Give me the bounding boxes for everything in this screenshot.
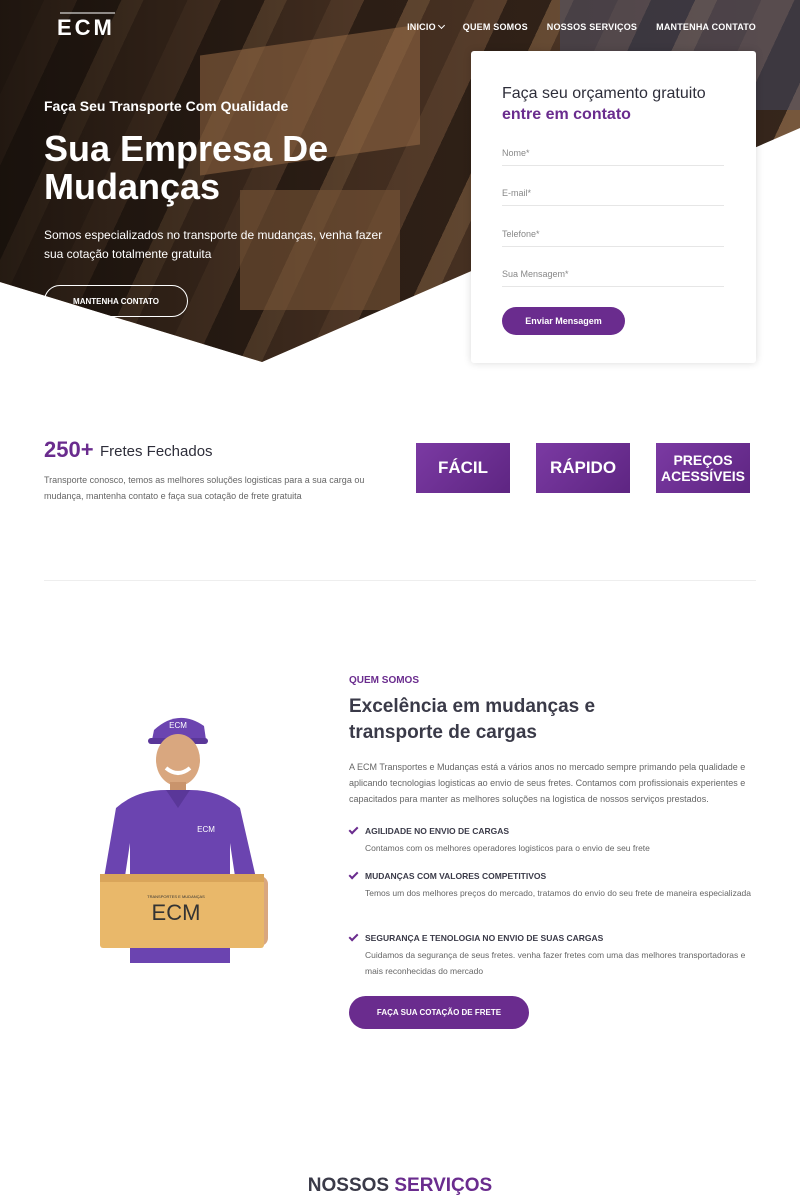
feature-item: MUDANÇAS COM VALORES COMPETITIVOS Temos … [348,869,759,901]
nav-quem-somos[interactable]: QUEM SOMOS [463,22,528,32]
quote-freight-button[interactable]: FAÇA SUA COTAÇÃO DE FRETE [349,996,529,1029]
hero-kicker: Faça Seu Transporte Com Qualidade [44,98,289,114]
form-title-text: Faça seu orçamento gratuito [502,85,706,102]
about-kicker: QUEM SOMOS [349,675,420,686]
main-nav: INICIO QUEM SOMOS NOSSOS SERVIÇOS MANTEN… [407,21,756,32]
feature-title: AGILIDADE NO ENVIO DE CARGAS [365,826,510,836]
box-logo-text: ECM [152,900,201,925]
quote-form-card: Faça seu orçamento gratuito entre em con… [471,51,756,363]
nav-mantenha-contato[interactable]: MANTENHA CONTATO [656,22,756,32]
badge-label: RÁPIDO [549,458,617,477]
stat-description: Transporte conosco, temos as melhores so… [44,475,365,501]
hero-description: Somos especializados no transporte de mu… [44,228,383,261]
contact-button[interactable]: MANTENHA CONTATO [44,285,188,317]
form-title-highlight: entre em contato [502,106,631,123]
services-title: NOSSOS SERVIÇOS [0,1175,800,1197]
badge-label: PREÇOS ACESSÍVEIS [660,452,746,484]
check-icon [348,869,359,880]
nav-label: INICIO [407,22,436,32]
about-title: Excelência em mudanças e transporte de c… [349,696,596,743]
email-field[interactable]: E-mail* [502,184,724,206]
box-small-text: TRANSPORTES E MUDANÇAS [147,894,205,899]
feature-item: AGILIDADE NO ENVIO DE CARGAS Contamos co… [348,824,759,856]
check-icon [348,824,359,835]
section-divider [44,580,756,581]
about-description: A ECM Transportes e Mudanças está a vári… [349,762,746,804]
feature-item: SEGURANÇA E TENOLOGIA NO ENVIO DE SUAS C… [348,931,759,979]
badge-label: FÁCIL [437,458,489,477]
feature-text: Cuidamos da segurança de seus fretes. ve… [365,950,746,976]
send-message-button[interactable]: Enviar Mensagem [502,307,625,335]
nav-label: MANTENHA CONTATO [656,22,756,32]
logo[interactable]: ECM [57,15,115,41]
badge-facil: FÁCIL [416,443,510,493]
services-title-text: NOSSOS [307,1175,390,1196]
message-field[interactable]: Sua Mensagem* [502,265,724,287]
check-icon [348,931,359,942]
feature-text: Temos um dos melhores preços do mercado,… [365,888,752,898]
feature-title: SEGURANÇA E TENOLOGIA NO ENVIO DE SUAS C… [365,933,604,943]
feature-title: MUDANÇAS COM VALORES COMPETITIVOS [365,871,547,881]
stat-label: Fretes Fechados [100,443,213,460]
nav-label: NOSSOS SERVIÇOS [546,22,638,32]
hero-title: Sua Empresa De Mudanças [44,128,329,207]
stat-number: 250+ [44,437,94,462]
name-field[interactable]: Nome* [502,144,724,166]
shirt-logo-text: ECM [197,825,215,834]
badge-precos-acessiveis: PREÇOS ACESSÍVEIS [656,443,750,493]
logo-tagline-line [60,12,115,14]
nav-nossos-servicos[interactable]: NOSSOS SERVIÇOS [547,22,637,32]
form-title: Faça seu orçamento gratuito entre em con… [502,83,732,125]
chevron-down-icon [437,21,445,30]
services-title-highlight: SERVIÇOS [394,1175,493,1196]
badge-rapido: RÁPIDO [536,443,630,493]
nav-inicio[interactable]: INICIO [407,21,445,32]
cap-logo-text: ECM [169,721,187,730]
nav-label: QUEM SOMOS [462,22,528,32]
phone-field[interactable]: Telefone* [502,225,724,247]
feature-text: Contamos com os melhores operadores logi… [365,843,650,853]
delivery-worker-image: ECM ECM TRANSPORTES E MUDANÇAS ECM [100,717,268,963]
